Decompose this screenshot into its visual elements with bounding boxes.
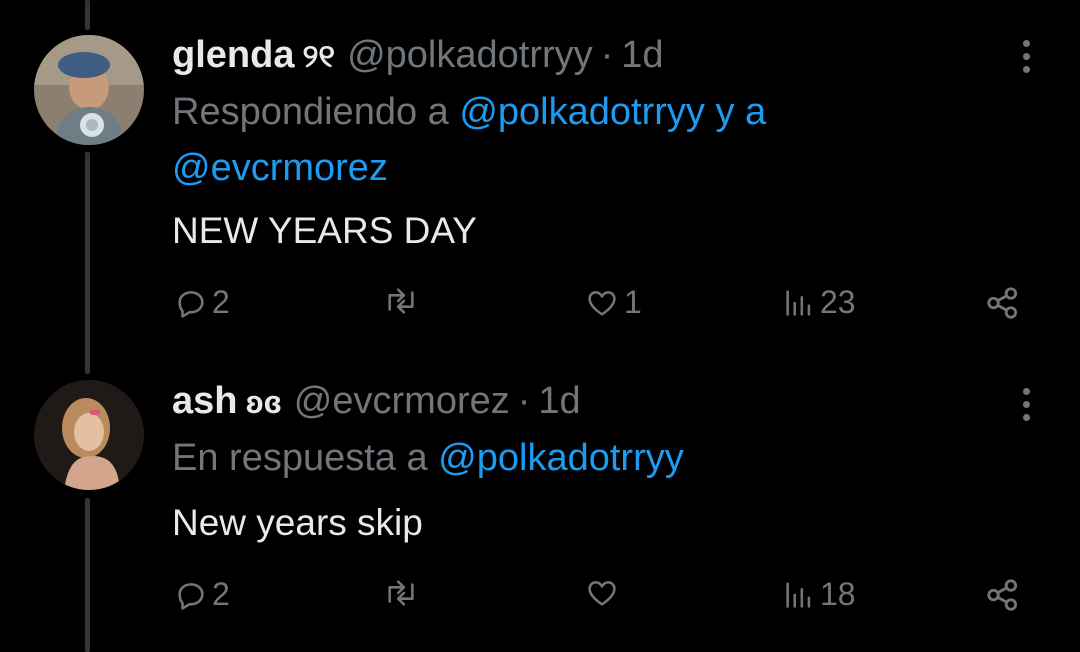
display-name[interactable]: ash <box>172 380 237 423</box>
like-count: 1 <box>624 284 642 320</box>
reply-icon <box>178 290 204 318</box>
retweet-icon <box>388 580 414 606</box>
avatar[interactable] <box>34 35 144 145</box>
handle[interactable]: @evcrmorez <box>294 380 510 423</box>
view-count: 23 <box>820 284 856 320</box>
tweet-text: NEW YEARS DAY <box>172 210 477 251</box>
handle[interactable]: @polkadotrryy <box>347 34 593 77</box>
share-icon <box>987 287 1018 319</box>
like-button[interactable]: 1 <box>584 284 642 321</box>
reply-count: 2 <box>212 284 230 320</box>
heart-icon <box>588 581 616 606</box>
reply-count: 2 <box>212 576 230 612</box>
mention-link[interactable]: @polkadotrryy <box>459 91 705 133</box>
mention-link[interactable]: @polkadotrryy <box>438 437 684 479</box>
reply-button[interactable]: 2 <box>174 284 230 321</box>
more-icon[interactable] <box>1020 388 1032 421</box>
mention-link[interactable]: @evcrmorez <box>172 147 388 189</box>
share-button[interactable] <box>984 576 1022 614</box>
timestamp[interactable]: 1d <box>538 380 580 423</box>
separator: · <box>517 380 531 422</box>
reply-context: En respuesta a @polkadotrryy <box>172 430 992 486</box>
share-button[interactable] <box>984 284 1022 322</box>
reply-icon <box>178 582 204 610</box>
name-emoji: ୨୧ <box>302 38 336 74</box>
like-button[interactable] <box>584 576 624 610</box>
tweet-header: glenda ୨୧ @polkadotrryy · 1d <box>172 34 664 77</box>
reply-joiner: y a <box>715 91 767 133</box>
timestamp[interactable]: 1d <box>621 34 663 77</box>
tweet-text: New years skip <box>172 502 423 543</box>
reply-prefix: En respuesta a <box>172 437 428 479</box>
display-name[interactable]: glenda <box>172 34 294 77</box>
separator: · <box>600 34 614 76</box>
views-icon <box>786 289 811 316</box>
heart-icon <box>588 290 616 316</box>
views-icon <box>786 581 811 608</box>
reply-context: Respondiendo a @polkadotrryy y a @evcrmo… <box>172 84 992 196</box>
retweet-button[interactable] <box>382 284 420 318</box>
views-button[interactable]: 23 <box>782 284 856 321</box>
retweet-icon <box>388 288 414 314</box>
share-icon <box>987 579 1018 611</box>
view-count: 18 <box>820 576 856 612</box>
views-button[interactable]: 18 <box>782 576 856 613</box>
reply-button[interactable]: 2 <box>174 576 230 613</box>
more-icon[interactable] <box>1020 40 1032 73</box>
action-bar: 2 1 23 <box>0 284 1080 324</box>
avatar[interactable] <box>34 380 144 490</box>
reply-prefix: Respondiendo a <box>172 91 449 133</box>
retweet-button[interactable] <box>382 576 420 610</box>
action-bar: 2 18 <box>0 576 1080 616</box>
name-emoji: ʚɞ <box>245 384 282 420</box>
tweet[interactable]: glenda ୨୧ @polkadotrryy · 1d Respondiend… <box>0 0 1080 352</box>
tweet[interactable]: ash ʚɞ @evcrmorez · 1d En respuesta a @p… <box>0 352 1080 652</box>
tweet-header: ash ʚɞ @evcrmorez · 1d <box>172 380 581 423</box>
